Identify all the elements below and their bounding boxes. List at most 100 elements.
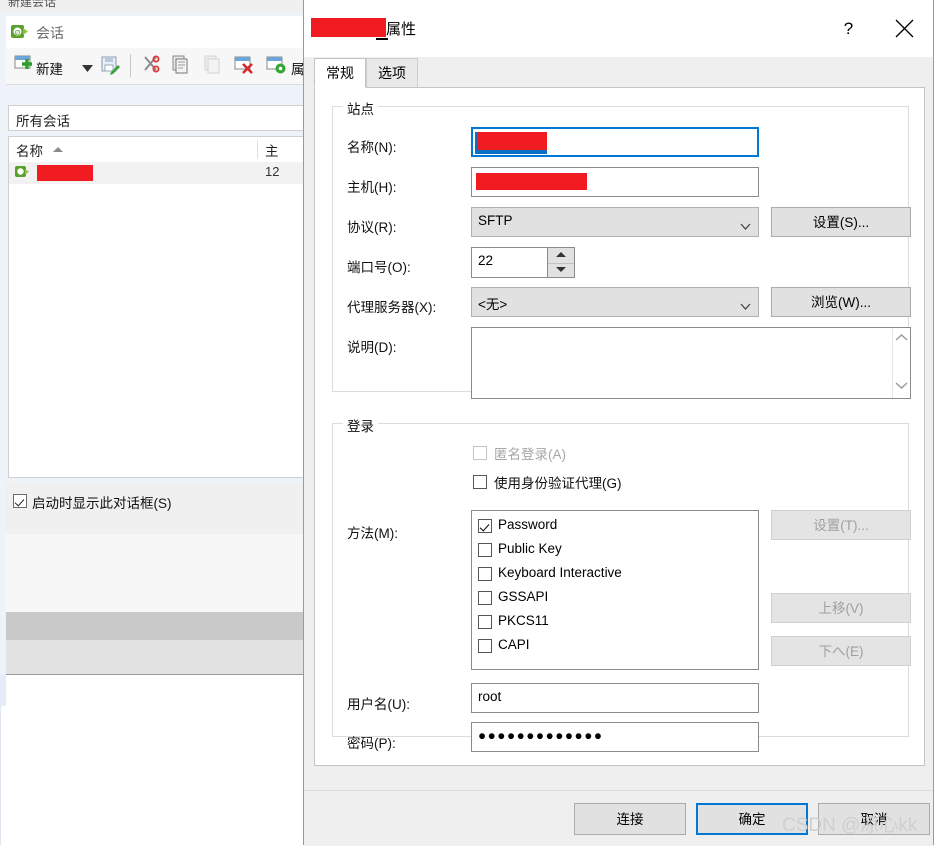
method-gssapi-checkbox[interactable] xyxy=(478,591,492,605)
port-input[interactable]: 22 xyxy=(471,247,575,278)
port-spinner-down-icon[interactable] xyxy=(548,263,574,278)
chevron-down-icon xyxy=(740,299,749,308)
description-label: 说明(D): xyxy=(347,336,397,356)
all-sessions-label: 所有会话 xyxy=(16,110,70,130)
list-item[interactable]: Keyboard Interactive xyxy=(472,562,758,586)
port-spinner-up-icon[interactable] xyxy=(548,248,574,264)
username-value: root xyxy=(478,689,501,704)
move-down-button: 下へ(E) xyxy=(771,636,911,666)
tab-panel-general: 站点 名称(N): 主机(H): 协议(R): SFTP xyxy=(314,87,925,766)
background-filler-mid xyxy=(6,612,308,640)
startup-checkbox[interactable] xyxy=(13,494,27,508)
help-button[interactable]: ? xyxy=(833,13,864,44)
method-gssapi-label: GSSAPI xyxy=(498,589,548,604)
proxy-select[interactable]: <无> xyxy=(471,287,759,317)
password-input[interactable]: ●●●●●●●●●●●●● xyxy=(471,722,759,752)
method-keyboard-interactive-checkbox[interactable] xyxy=(478,567,492,581)
port-value: 22 xyxy=(478,253,493,268)
proxy-label: 代理服务器(X): xyxy=(347,296,436,316)
proxy-value: <无> xyxy=(478,293,507,313)
ok-button[interactable]: 确定 xyxy=(696,803,808,835)
description-textarea[interactable] xyxy=(471,327,911,399)
method-password-label: Password xyxy=(498,517,557,532)
chevron-down-icon xyxy=(740,219,749,228)
background-filler-light xyxy=(6,534,308,612)
delete-button[interactable] xyxy=(234,54,256,78)
cancel-button[interactable]: 取消 xyxy=(818,803,930,835)
protocol-select[interactable]: SFTP xyxy=(471,207,759,237)
background-window-title: 新建会话 xyxy=(8,0,56,10)
sort-ascending-icon xyxy=(53,147,63,152)
session-item-icon xyxy=(15,165,30,180)
anonymous-login-checkbox xyxy=(473,446,487,460)
new-session-label: 新建 xyxy=(36,58,63,78)
method-keyboard-interactive-label: Keyboard Interactive xyxy=(498,565,622,580)
methods-settings-button: 设置(T)... xyxy=(771,510,911,540)
list-item[interactable]: PKCS11 xyxy=(472,610,758,634)
list-item[interactable]: Public Key xyxy=(472,538,758,562)
port-spinner[interactable] xyxy=(547,248,574,277)
host-label: 主机(H): xyxy=(347,176,397,196)
session-panel-header: Ø 会话 xyxy=(6,16,308,49)
tab-options[interactable]: 选项 xyxy=(366,58,418,88)
method-pkcs11-label: PKCS11 xyxy=(498,613,549,628)
method-password-checkbox[interactable] xyxy=(478,519,492,533)
protocol-label: 协议(R): xyxy=(347,216,397,236)
save-session-button[interactable] xyxy=(100,54,122,78)
name-input[interactable] xyxy=(471,127,759,157)
proxy-browse-button[interactable]: 浏览(W)... xyxy=(771,287,911,317)
xshell-session-icon: Ø xyxy=(11,23,28,40)
host-input[interactable] xyxy=(471,167,759,197)
session-toolbar: 新建 xyxy=(6,48,308,85)
methods-label: 方法(M): xyxy=(347,522,398,542)
host-redaction xyxy=(476,173,587,190)
login-group-legend: 登录 xyxy=(343,415,378,435)
method-capi-checkbox[interactable] xyxy=(478,639,492,653)
session-name-redaction xyxy=(37,165,93,181)
new-session-button[interactable] xyxy=(14,54,36,78)
dialog-title-text: 属性 xyxy=(386,18,416,39)
list-item[interactable]: CAPI xyxy=(472,634,758,658)
all-sessions-folder[interactable]: 所有会话 xyxy=(8,105,306,131)
copy-button[interactable] xyxy=(170,54,192,78)
protocol-value: SFTP xyxy=(478,213,513,228)
protocol-settings-button[interactable]: 设置(S)... xyxy=(771,207,911,237)
dialog-body: 常规 选项 站点 名称(N): 主机(H): xyxy=(304,57,933,790)
name-label: 名称(N): xyxy=(347,136,397,156)
site-group: 站点 名称(N): 主机(H): 协议(R): SFTP xyxy=(332,106,909,392)
connect-button[interactable]: 连接 xyxy=(574,803,686,835)
method-publickey-label: Public Key xyxy=(498,541,562,556)
dialog-footer: 连接 确定 取消 xyxy=(304,790,933,846)
password-value: ●●●●●●●●●●●●● xyxy=(478,728,604,743)
session-panel-title: 会话 xyxy=(36,23,64,43)
list-item[interactable]: GSSAPI xyxy=(472,586,758,610)
svg-text:Ø: Ø xyxy=(15,29,21,37)
dialog-titlebar: 属性 ? xyxy=(304,0,933,57)
column-header-host[interactable]: 主 xyxy=(265,140,279,160)
column-header-name[interactable]: 名称 xyxy=(16,140,43,160)
auth-agent-checkbox[interactable] xyxy=(473,475,487,489)
move-up-button: 上移(V) xyxy=(771,593,911,623)
table-row[interactable]: 12 xyxy=(9,162,305,184)
tab-general[interactable]: 常规 xyxy=(314,58,366,88)
cut-button[interactable] xyxy=(141,54,163,78)
method-pkcs11-checkbox[interactable] xyxy=(478,615,492,629)
login-group: 登录 匿名登录(A) 使用身份验证代理(G) 方法(M): Password P… xyxy=(332,423,909,737)
auth-agent-label: 使用身份验证代理(G) xyxy=(494,472,622,492)
background-filler-dark xyxy=(6,640,308,675)
new-dropdown-arrow-icon[interactable] xyxy=(82,61,93,85)
username-label: 用户名(U): xyxy=(347,693,410,713)
session-host-value: 12 xyxy=(265,164,279,179)
list-item[interactable]: Password xyxy=(472,514,758,538)
startup-checkbox-label: 启动时显示此对话框(S) xyxy=(32,492,172,512)
session-list-header: 名称 主 xyxy=(9,137,305,163)
port-label: 端口号(O): xyxy=(347,256,411,276)
site-group-legend: 站点 xyxy=(343,98,378,118)
close-icon[interactable] xyxy=(889,13,920,44)
description-scrollbar[interactable] xyxy=(892,328,910,398)
auth-methods-listbox[interactable]: Password Public Key Keyboard Interactive… xyxy=(471,510,759,670)
username-input[interactable]: root xyxy=(471,683,759,713)
method-publickey-checkbox[interactable] xyxy=(478,543,492,557)
properties-button[interactable] xyxy=(266,54,288,78)
anonymous-login-label: 匿名登录(A) xyxy=(494,443,566,463)
